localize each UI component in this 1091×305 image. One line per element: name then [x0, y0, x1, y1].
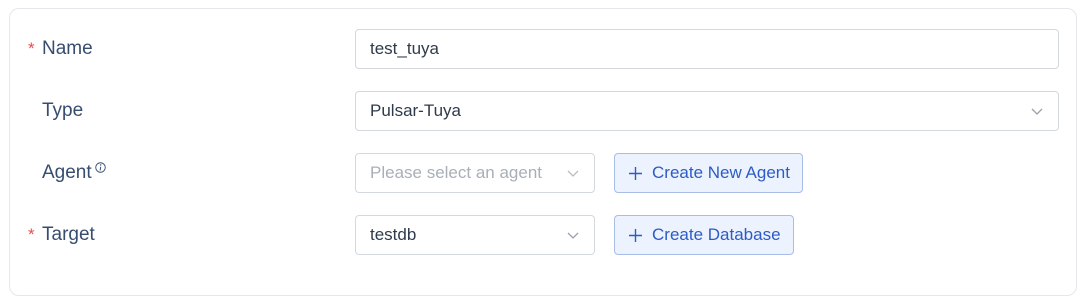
create-new-agent-button[interactable]: Create New Agent: [614, 153, 803, 193]
chevron-down-icon: [566, 228, 580, 242]
type-label: Type: [42, 100, 84, 121]
name-input[interactable]: test_tuya: [355, 29, 1059, 69]
form-row-type: Type Pulsar-Tuya: [10, 91, 1076, 131]
plus-icon: [628, 166, 643, 181]
create-database-label: Create Database: [652, 225, 781, 244]
form-row-target: * Target testdb Create Database: [10, 215, 1076, 255]
name-input-value: test_tuya: [370, 39, 439, 58]
type-select[interactable]: Pulsar-Tuya: [355, 91, 1059, 131]
create-database-button[interactable]: Create Database: [614, 215, 794, 255]
info-circle-icon[interactable]: [94, 161, 106, 173]
type-select-value: Pulsar-Tuya: [370, 101, 462, 120]
agent-label: Agent: [42, 162, 92, 183]
required-mark: *: [28, 39, 35, 58]
target-label: Target: [42, 224, 95, 245]
target-label-wrap: * Target: [28, 215, 95, 255]
chevron-down-icon: [566, 166, 580, 180]
target-select[interactable]: testdb: [355, 215, 595, 255]
name-label-wrap: * Name: [28, 29, 93, 69]
type-label-wrap: Type: [28, 91, 83, 131]
plus-icon: [628, 228, 643, 243]
agent-label-wrap: Agent: [28, 153, 106, 193]
name-label: Name: [42, 38, 93, 59]
create-new-agent-label: Create New Agent: [652, 163, 790, 182]
form-row-agent: Agent Please select an agent Create New …: [10, 153, 1076, 193]
connection-form-card: * Name test_tuya Type Pulsar-Tuya Agent: [9, 8, 1077, 296]
chevron-down-icon: [1030, 104, 1044, 118]
agent-select[interactable]: Please select an agent: [355, 153, 595, 193]
required-mark: *: [28, 225, 35, 244]
agent-select-placeholder: Please select an agent: [370, 163, 543, 182]
form-row-name: * Name test_tuya: [10, 29, 1076, 69]
target-select-value: testdb: [370, 225, 417, 244]
